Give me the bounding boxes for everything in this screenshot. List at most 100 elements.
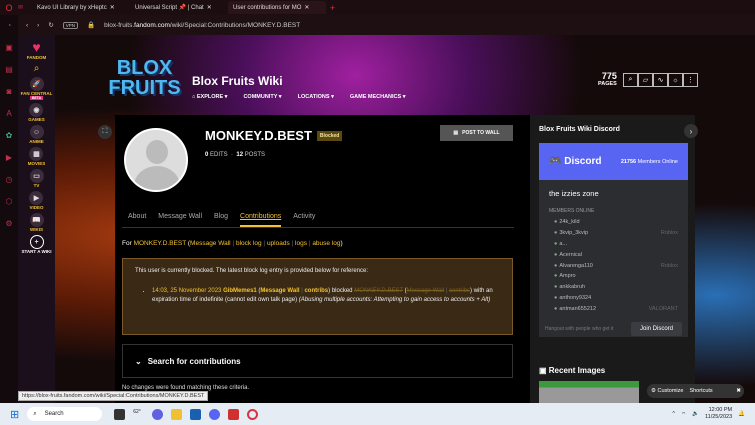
nav-community[interactable]: COMMUNITY ▾ <box>243 94 281 100</box>
wifi-icon[interactable]: ⌔ <box>681 411 686 418</box>
start-a-wiki[interactable]: + START A WIKI <box>21 235 52 254</box>
fandom-home[interactable]: ♥ FANDOM <box>27 39 47 60</box>
discord-member[interactable]: Ampro <box>539 271 688 282</box>
chat-icon[interactable] <box>152 408 164 420</box>
reload-icon[interactable]: ↻ <box>48 21 53 29</box>
start-icon[interactable]: ⊞ <box>10 408 19 421</box>
video[interactable]: ▶ VIDEO <box>29 191 44 210</box>
player-icon[interactable]: ▶ <box>6 153 12 162</box>
back-icon[interactable]: ‹ <box>26 22 28 29</box>
abuse-log-link[interactable]: abuse log <box>312 240 340 247</box>
chatgpt-icon[interactable]: ✿ <box>6 131 13 140</box>
discord-member[interactable]: ankkabruh <box>539 282 688 293</box>
discord-member[interactable]: anthony9324 <box>539 293 688 304</box>
nav-explore[interactable]: ⌂ EXPLORE ▾ <box>192 94 227 100</box>
rocket-icon: 🚀 <box>29 77 44 91</box>
tab-about[interactable]: About <box>128 213 146 227</box>
theme-icon[interactable]: ☼ <box>668 73 683 87</box>
discord-member[interactable]: 3kvip_3kvipRoblox <box>539 228 688 239</box>
address-bar: ‹ › ↻ VPN 🔒 blox-fruits.fandom.com/wiki/Sp… <box>18 15 755 35</box>
box-icon[interactable]: ⬡ <box>6 197 13 206</box>
browser-tab-active[interactable]: User contributions for MO ✕ <box>228 1 326 14</box>
forward-icon[interactable]: › <box>37 22 39 29</box>
taskview-icon[interactable] <box>114 408 126 420</box>
tray-chevron-icon[interactable]: ^ <box>672 411 675 417</box>
logs-link[interactable]: logs <box>295 240 307 247</box>
opera-icon[interactable] <box>247 408 259 420</box>
search-icon[interactable]: ⌕ <box>34 63 40 74</box>
username: MONKEY.D.BEST Blocked <box>205 128 343 143</box>
close-icon[interactable]: ✕ <box>207 4 212 11</box>
notification-icon[interactable]: 🔔 <box>738 411 745 417</box>
search-contributions-toggle[interactable]: ⌄ Search for contributions <box>122 344 513 378</box>
tab-contributions[interactable]: Contributions <box>240 213 282 227</box>
volume-icon[interactable]: 🔈 <box>692 411 699 417</box>
video-icon: ▶ <box>29 191 44 205</box>
clock[interactable]: 12:00 PM 11/25/2023 <box>705 407 732 421</box>
tab-message-wall[interactable]: Message Wall <box>158 213 202 227</box>
close-icon[interactable]: ✖ <box>736 388 741 394</box>
settings-icon[interactable]: ⚙ <box>5 219 12 228</box>
movies[interactable]: ▦ MOVIES <box>28 147 45 166</box>
collapse-rail-button[interactable]: › <box>684 124 698 138</box>
url-input[interactable]: blox-fruits.fandom.com/wiki/Special:Cont… <box>104 22 300 29</box>
discord-member[interactable]: 24k_kild <box>539 217 688 228</box>
explorer-icon[interactable] <box>171 408 183 420</box>
taskbar-search[interactable]: ⌕ Search <box>27 407 103 421</box>
gamepad-icon: ◉ <box>29 103 44 117</box>
discord-member[interactable]: antman655212VALORANT <box>539 303 688 314</box>
discord-member[interactable]: a... <box>539 239 688 250</box>
tab-blog[interactable]: Blog <box>214 213 228 227</box>
history-icon[interactable]: ◷ <box>6 175 13 184</box>
close-icon[interactable]: ✕ <box>304 4 309 11</box>
discord-icon[interactable] <box>209 408 221 420</box>
nav-locations[interactable]: LOCATIONS ▾ <box>298 94 334 100</box>
customize-button[interactable]: ⚙ Customize <box>651 388 683 394</box>
join-discord-button[interactable]: Join Discord <box>630 321 682 336</box>
opera-logo-icon[interactable]: O <box>0 3 18 13</box>
browser-tab[interactable]: Universal Script 📌 | Chat ✕ <box>130 1 228 14</box>
anime[interactable]: ☺ ANIME <box>29 125 44 144</box>
block-log-link[interactable]: block log <box>236 240 262 247</box>
more-icon[interactable]: ⋮ <box>683 73 698 87</box>
workspace-icon[interactable]: ✉ <box>18 4 32 11</box>
weather-icon[interactable]: 62° <box>133 409 144 420</box>
nav-game-mechanics[interactable]: GAME MECHANICS ▾ <box>350 94 406 100</box>
instagram-icon[interactable]: ◙ <box>7 87 12 96</box>
wiki-logo[interactable]: BLOX FRUITS <box>107 58 182 108</box>
close-icon[interactable]: ✕ <box>110 4 115 11</box>
store-icon[interactable] <box>190 408 202 420</box>
twitch-icon[interactable]: ▤ <box>5 65 13 74</box>
user-link[interactable]: MONKEY.D.BEST <box>134 240 187 247</box>
user-stats: 0 EDITS · 12 POSTS <box>205 152 266 158</box>
fandom-sidebar: ♥ FANDOM ⌕ 🚀 FAN CENTRAL BETA ◉ GAMES ☺ ANIME… <box>18 35 55 403</box>
post-to-wall-button[interactable]: ▤ POST TO WALL <box>440 125 513 141</box>
wikis[interactable]: 📖 WIKIS <box>29 213 44 232</box>
message-wall-link[interactable]: Message Wall <box>190 240 231 247</box>
pages-count: 775 PAGES <box>598 71 617 88</box>
uploads-link[interactable]: uploads <box>267 240 290 247</box>
aria-icon[interactable]: A <box>6 109 11 118</box>
roblox-icon[interactable] <box>228 408 240 420</box>
tab-activity[interactable]: Activity <box>293 213 315 227</box>
recent-image-thumb[interactable] <box>539 381 639 403</box>
search-icon: ⌕ <box>33 410 37 417</box>
discord-member[interactable]: Acernical <box>539 249 688 260</box>
discord-member[interactable]: Alvarenga110Roblox <box>539 260 688 271</box>
wiki-title[interactable]: Blox Fruits Wiki <box>192 74 283 88</box>
message-icon: ▤ <box>453 130 459 136</box>
games[interactable]: ◉ GAMES <box>28 103 45 122</box>
shortcuts-button[interactable]: Shortcuts <box>689 388 712 394</box>
discuss-icon[interactable]: ▱ <box>638 73 653 87</box>
vpn-badge[interactable]: VPN <box>62 21 79 29</box>
browser-tab[interactable]: Kavo UI Library by xHeptc ✕ <box>32 1 130 14</box>
fan-central[interactable]: 🚀 FAN CENTRAL BETA <box>21 77 52 100</box>
activity-icon[interactable]: ∿ <box>653 73 668 87</box>
plus-icon: + <box>29 235 44 249</box>
bag-icon[interactable]: ▣ <box>5 43 13 52</box>
speed-dial-icon[interactable]: ◔ <box>7 21 12 30</box>
tv[interactable]: ▭ TV <box>29 169 44 188</box>
expand-icon[interactable]: ⛶ <box>98 125 112 139</box>
search-icon[interactable]: ⌕ <box>623 73 638 87</box>
new-tab-button[interactable]: + <box>330 3 335 13</box>
